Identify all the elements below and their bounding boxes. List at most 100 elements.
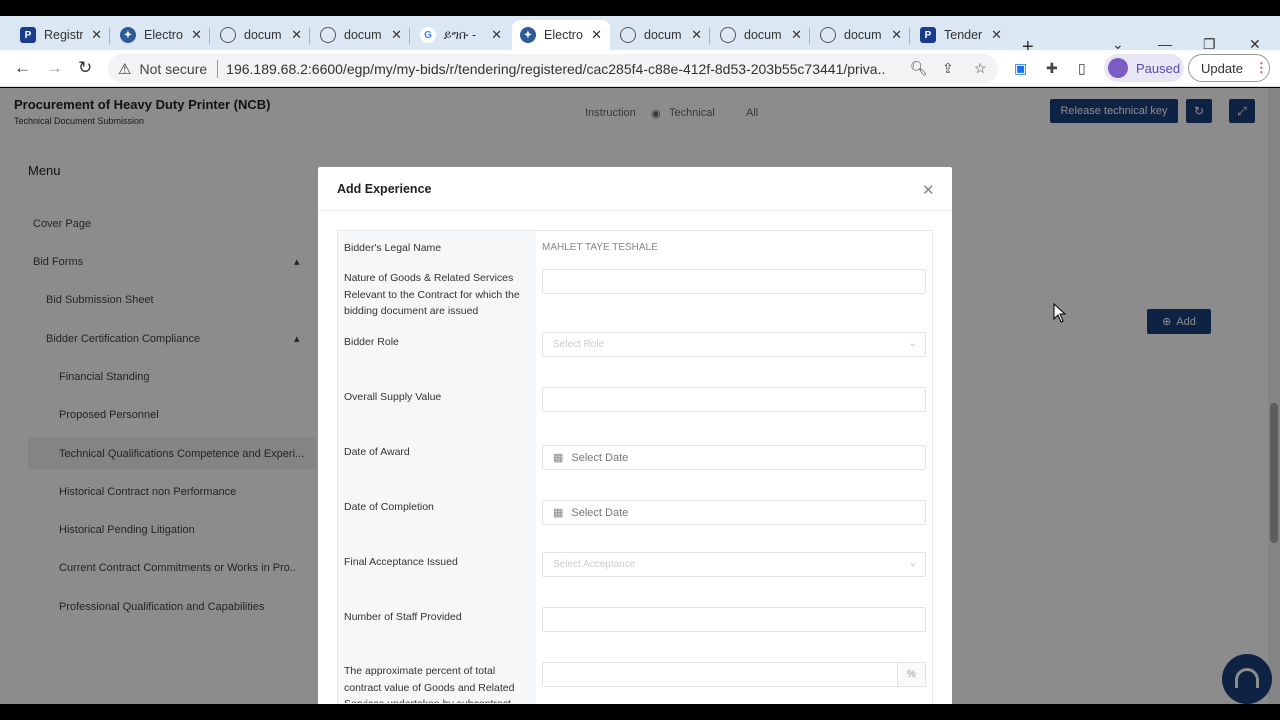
profile-status: Paused bbox=[1136, 60, 1181, 76]
forward-icon[interactable]: → bbox=[46, 58, 63, 78]
tab-separator bbox=[709, 28, 710, 44]
warning-icon[interactable]: ⚠ bbox=[118, 60, 131, 78]
screen: P Registr ✕ ✦ Electro ✕ docum ✕ docum ✕ … bbox=[0, 0, 1280, 720]
browser-tab[interactable]: P Registr ✕ bbox=[12, 20, 110, 50]
close-tab-icon[interactable]: ✕ bbox=[291, 27, 302, 43]
legal-name-label: Bidder's Legal Name bbox=[344, 242, 442, 254]
bidder-role-label: Bidder Role bbox=[344, 336, 399, 348]
bidder-role-placeholder: Select Role bbox=[553, 339, 605, 350]
tab-separator bbox=[109, 28, 110, 44]
close-tab-icon[interactable]: ✕ bbox=[691, 27, 702, 43]
close-tab-icon[interactable]: ✕ bbox=[891, 27, 902, 43]
add-experience-modal: Add Experience ✕ Bidder's Legal Name MAH… bbox=[318, 167, 952, 704]
browser-tab[interactable]: P Tender ✕ bbox=[912, 20, 1010, 50]
browser-tab[interactable]: docum ✕ bbox=[812, 20, 910, 50]
close-tab-icon[interactable]: ✕ bbox=[91, 27, 102, 43]
google-icon: G bbox=[420, 27, 436, 43]
globe-icon bbox=[220, 27, 236, 43]
star-icon: ✦ bbox=[120, 27, 136, 43]
reload-icon[interactable]: ↻ bbox=[78, 58, 92, 78]
modal-divider bbox=[318, 210, 952, 211]
tab-label: docum bbox=[344, 28, 382, 42]
date-of-award-placeholder: Select Date bbox=[571, 451, 629, 464]
close-tab-icon[interactable]: ✕ bbox=[791, 27, 802, 43]
tab-label: docum bbox=[844, 28, 882, 42]
tab-separator bbox=[309, 28, 310, 44]
browser-tab[interactable]: docum ✕ bbox=[212, 20, 310, 50]
browser-tab[interactable]: docum ✕ bbox=[712, 20, 810, 50]
chevron-down-icon: ⌄ bbox=[908, 338, 917, 349]
tab-label: Electro bbox=[144, 28, 183, 42]
close-tab-icon[interactable]: ✕ bbox=[391, 27, 402, 43]
profile-button[interactable]: Paused bbox=[1104, 54, 1184, 82]
final-acceptance-placeholder: Select Acceptance bbox=[553, 559, 636, 570]
experience-form: Bidder's Legal Name MAHLET TAYE TESHALE … bbox=[337, 230, 933, 704]
tab-label: Registr bbox=[44, 28, 84, 42]
modal-title: Add Experience bbox=[337, 182, 432, 196]
browser-toolbar: ← → ↻ ⚠ Not secure 196.189.68.2:6600/egp… bbox=[0, 50, 1280, 87]
update-label: Update bbox=[1201, 60, 1243, 76]
date-of-completion-label: Date of Completion bbox=[344, 501, 434, 513]
calendar-icon: ▦ bbox=[553, 452, 564, 464]
staff-provided-label: Number of Staff Provided bbox=[344, 611, 462, 623]
globe-icon bbox=[320, 27, 336, 43]
avatar bbox=[1108, 58, 1128, 78]
bottom-black-bar bbox=[0, 704, 1280, 720]
side-panel-icon[interactable]: ▯ bbox=[1078, 60, 1086, 77]
star-icon: ✦ bbox=[520, 27, 536, 43]
browser-tab[interactable]: ✦ Electro ✕ bbox=[112, 20, 210, 50]
percent-suffix: % bbox=[897, 663, 925, 686]
date-of-award-picker[interactable]: ▦ Select Date bbox=[542, 445, 926, 470]
bidder-role-select[interactable]: Select Role ⌄ bbox=[542, 332, 926, 357]
browser-tab-active[interactable]: ✦ Electro ✕ bbox=[512, 20, 610, 50]
screen-capture-icon[interactable]: ▣ bbox=[1014, 60, 1027, 77]
tab-label: ይግቡ - bbox=[444, 27, 477, 42]
address-bar[interactable]: ⚠ Not secure 196.189.68.2:6600/egp/my/my… bbox=[108, 54, 998, 83]
p-icon: P bbox=[920, 27, 936, 43]
update-button[interactable]: Update ⋮ bbox=[1188, 54, 1270, 82]
back-icon[interactable]: ← bbox=[14, 58, 31, 78]
globe-icon bbox=[620, 27, 636, 43]
browser-tab[interactable]: docum ✕ bbox=[312, 20, 410, 50]
subcontract-percent-input[interactable]: % bbox=[542, 662, 926, 687]
p-icon: P bbox=[20, 27, 36, 43]
url-text[interactable]: 196.189.68.2:6600/egp/my/my-bids/r/tende… bbox=[226, 61, 886, 77]
bookmark-star-icon[interactable]: ☆ bbox=[974, 60, 987, 77]
date-of-award-label: Date of Award bbox=[344, 446, 410, 458]
tab-label: docum bbox=[644, 28, 682, 42]
zoom-icon[interactable]: 🔍︎ bbox=[910, 60, 928, 77]
globe-icon bbox=[720, 27, 736, 43]
tab-separator bbox=[209, 28, 210, 44]
browser-tab-bar: P Registr ✕ ✦ Electro ✕ docum ✕ docum ✕ … bbox=[0, 16, 1280, 58]
mouse-cursor-icon bbox=[1053, 303, 1067, 323]
omnibox-divider bbox=[217, 59, 219, 78]
final-acceptance-select[interactable]: Select Acceptance ⌄ bbox=[542, 552, 926, 577]
close-tab-icon[interactable]: ✕ bbox=[491, 27, 502, 43]
web-page: Procurement of Heavy Duty Printer (NCB) … bbox=[0, 88, 1280, 704]
supply-value-input[interactable] bbox=[542, 387, 926, 412]
more-menu-icon[interactable]: ⋮ bbox=[1255, 60, 1268, 76]
extensions-icon[interactable]: ✚ bbox=[1046, 60, 1058, 77]
tab-separator bbox=[809, 28, 810, 44]
browser-tab[interactable]: G ይግቡ - ✕ bbox=[412, 20, 510, 50]
browser-tab[interactable]: docum ✕ bbox=[612, 20, 710, 50]
share-icon[interactable]: ⇪ bbox=[942, 60, 954, 77]
supply-value-label: Overall Supply Value bbox=[344, 391, 442, 403]
nature-of-goods-label: Nature of Goods & Related Services Relev… bbox=[344, 272, 520, 317]
nature-of-goods-input[interactable] bbox=[542, 269, 926, 294]
close-tab-icon[interactable]: ✕ bbox=[991, 27, 1002, 43]
subcontract-percent-label: The approximate percent of total contrac… bbox=[344, 665, 515, 703]
close-icon[interactable]: ✕ bbox=[922, 181, 935, 199]
final-acceptance-label: Final Acceptance Issued bbox=[344, 556, 458, 568]
tab-label: docum bbox=[244, 28, 282, 42]
close-tab-icon[interactable]: ✕ bbox=[591, 27, 602, 43]
tab-separator bbox=[409, 28, 410, 44]
date-of-completion-picker[interactable]: ▦ Select Date bbox=[542, 500, 926, 525]
globe-icon bbox=[820, 27, 836, 43]
security-label[interactable]: Not secure bbox=[139, 61, 207, 77]
top-black-bar bbox=[0, 0, 1280, 16]
staff-provided-input[interactable] bbox=[542, 607, 926, 632]
calendar-icon: ▦ bbox=[553, 507, 564, 519]
close-tab-icon[interactable]: ✕ bbox=[191, 27, 202, 43]
chevron-down-icon: ⌄ bbox=[908, 558, 917, 569]
